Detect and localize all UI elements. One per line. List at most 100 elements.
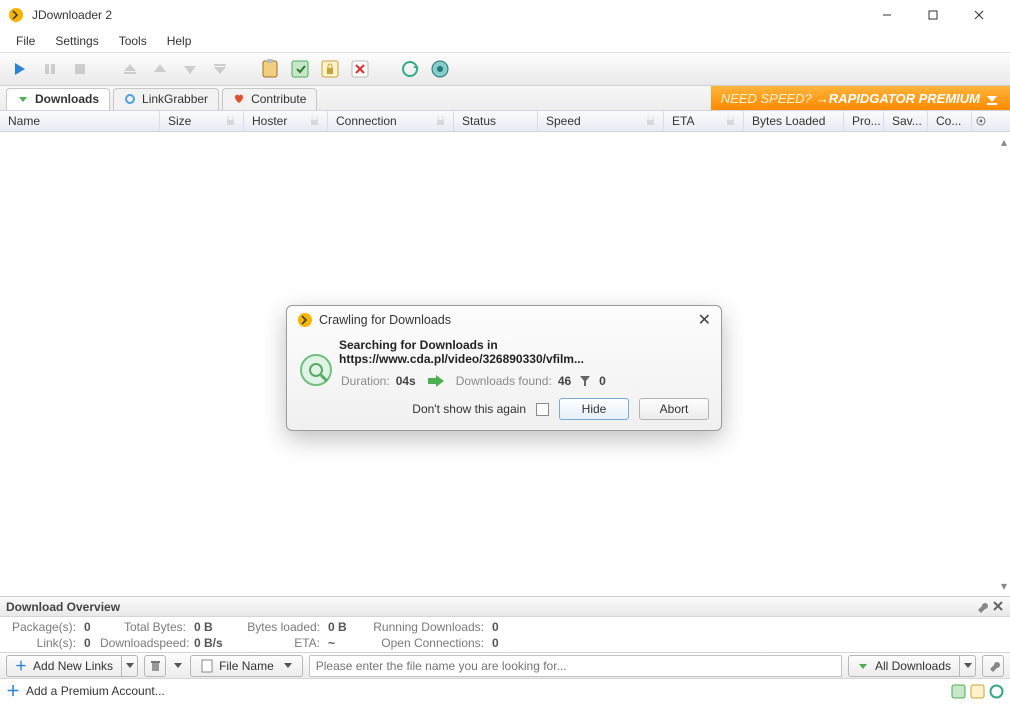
app-logo-icon — [8, 7, 24, 23]
ov-running-value: 0 — [488, 620, 499, 634]
all-downloads-dropdown[interactable] — [960, 655, 976, 677]
status-icon-3[interactable] — [989, 684, 1004, 699]
scroll-down-icon[interactable]: ▾ — [1001, 579, 1007, 593]
column-header: Name Size Hoster Connection Status Speed… — [0, 110, 1010, 132]
document-icon — [201, 659, 213, 673]
found-label: Downloads found: — [456, 374, 552, 388]
add-premium-link[interactable]: Add a Premium Account... — [26, 684, 165, 698]
menu-help[interactable]: Help — [157, 32, 202, 50]
col-speed[interactable]: Speed — [538, 111, 664, 131]
wrench-icon[interactable] — [975, 600, 988, 613]
lock-icon — [726, 116, 735, 126]
move-down-button[interactable] — [176, 55, 204, 83]
lock-button[interactable] — [316, 55, 344, 83]
ov-bytesloaded-value: 0 B — [324, 620, 358, 634]
dialog-title: Crawling for Downloads — [319, 313, 451, 327]
filename-label: File Name — [219, 659, 274, 673]
ov-totalbytes-label: Total Bytes: — [100, 620, 190, 634]
menu-tools[interactable]: Tools — [109, 32, 157, 50]
close-panel-icon[interactable] — [992, 600, 1004, 612]
window-maximize-button[interactable] — [910, 0, 956, 30]
dontshow-checkbox[interactable] — [536, 403, 549, 416]
tab-contribute-label: Contribute — [251, 92, 306, 106]
chevron-down-icon — [964, 663, 972, 668]
filename-filter[interactable]: File Name — [190, 655, 303, 677]
clipboard-button[interactable] — [256, 55, 284, 83]
col-name[interactable]: Name — [0, 111, 160, 131]
ov-totalbytes-value: 0 B — [190, 620, 224, 634]
col-bytes[interactable]: Bytes Loaded — [744, 111, 844, 131]
tab-downloads[interactable]: Downloads — [6, 88, 110, 110]
overview-title: Download Overview — [6, 600, 120, 614]
duration-value: 04s — [396, 374, 416, 388]
tab-row: Downloads LinkGrabber Contribute NEED SP… — [0, 86, 1010, 110]
menu-settings[interactable]: Settings — [45, 32, 108, 50]
ov-packages-label: Package(s): — [10, 620, 80, 634]
trash-dropdown[interactable] — [172, 663, 184, 668]
ov-openconn-value: 0 — [488, 636, 499, 650]
trash-icon — [149, 659, 162, 672]
column-settings-button[interactable] — [972, 115, 990, 127]
trash-button[interactable] — [144, 655, 166, 677]
chevron-down-icon — [174, 663, 182, 668]
crawling-dialog: Crawling for Downloads ✕ Searching for D… — [286, 305, 722, 431]
chevron-down-icon — [126, 663, 134, 668]
filter-icon — [579, 375, 591, 387]
arrow-right-icon — [428, 375, 444, 387]
window-minimize-button[interactable] — [864, 0, 910, 30]
move-up-button[interactable] — [146, 55, 174, 83]
heart-icon — [233, 93, 245, 105]
window-title: JDownloader 2 — [32, 8, 864, 22]
plus-icon: ＋ — [6, 681, 20, 701]
stop-button[interactable] — [66, 55, 94, 83]
filtered-value: 0 — [599, 374, 606, 388]
hide-button[interactable]: Hide — [559, 398, 629, 420]
abort-button[interactable]: Abort — [639, 398, 709, 420]
status-icon-1[interactable] — [951, 684, 966, 699]
wrench-icon — [987, 659, 1000, 672]
crawler-icon — [299, 353, 333, 387]
col-size[interactable]: Size — [160, 111, 244, 131]
update-button[interactable] — [426, 55, 454, 83]
add-links-button[interactable]: ＋ Add New Links — [6, 655, 138, 677]
tab-contribute[interactable]: Contribute — [222, 88, 317, 110]
link-icon — [124, 93, 136, 105]
add-links-dropdown[interactable] — [122, 655, 138, 677]
all-downloads-button[interactable]: All Downloads — [848, 655, 976, 677]
move-bottom-button[interactable] — [206, 55, 234, 83]
col-pro[interactable]: Pro... — [844, 111, 884, 131]
tab-linkgrabber[interactable]: LinkGrabber — [113, 88, 219, 110]
tab-linkgrabber-label: LinkGrabber — [142, 92, 208, 106]
pause-button[interactable] — [36, 55, 64, 83]
found-value: 46 — [558, 374, 571, 388]
scroll-up-icon[interactable]: ▴ — [1001, 135, 1007, 149]
play-button[interactable] — [6, 55, 34, 83]
premium-bar: ＋ Add a Premium Account... — [0, 679, 1010, 703]
col-co[interactable]: Co... — [928, 111, 972, 131]
reconnect-button[interactable] — [396, 55, 424, 83]
col-hoster[interactable]: Hoster — [244, 111, 328, 131]
col-status[interactable]: Status — [454, 111, 538, 131]
dontshow-label: Don't show this again — [412, 402, 526, 416]
col-connection[interactable]: Connection — [328, 111, 454, 131]
window-titlebar: JDownloader 2 — [0, 0, 1010, 30]
window-close-button[interactable] — [956, 0, 1002, 30]
promo-banner[interactable]: NEED SPEED? →RAPIDGATOR PREMIUM — [711, 86, 1010, 110]
settings-button[interactable] — [982, 655, 1004, 677]
lock-icon — [310, 116, 319, 126]
container-button[interactable] — [286, 55, 314, 83]
promo-lead: NEED SPEED? — [721, 91, 812, 106]
all-downloads-label: All Downloads — [875, 659, 951, 673]
status-icon-2[interactable] — [970, 684, 985, 699]
col-sav[interactable]: Sav... — [884, 111, 928, 131]
duration-label: Duration: — [341, 374, 390, 388]
add-links-label: Add New Links — [33, 659, 113, 673]
ov-links-value: 0 — [80, 636, 100, 650]
ov-bytesloaded-label: Bytes loaded: — [224, 620, 324, 634]
menu-file[interactable]: File — [6, 32, 45, 50]
dialog-close-button[interactable]: ✕ — [698, 310, 711, 330]
delete-button[interactable] — [346, 55, 374, 83]
search-input[interactable] — [309, 655, 842, 677]
col-eta[interactable]: ETA — [664, 111, 744, 131]
move-top-button[interactable] — [116, 55, 144, 83]
